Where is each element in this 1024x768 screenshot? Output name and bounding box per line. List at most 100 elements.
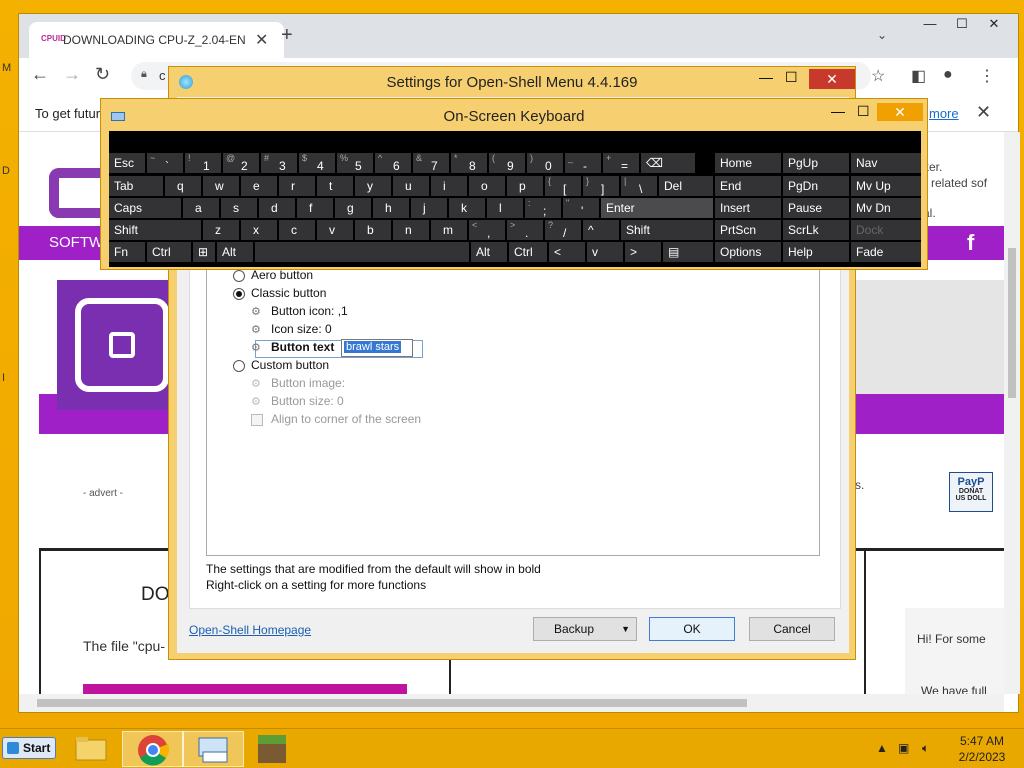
key-c[interactable]: c [279, 220, 315, 240]
tab-search-chevron-icon[interactable]: ⌄ [877, 28, 887, 42]
vertical-scrollbar[interactable] [1004, 132, 1020, 694]
key-space[interactable] [255, 242, 469, 262]
start-button[interactable]: Start [2, 737, 56, 759]
nav-key-mv-dn[interactable]: Mv Dn [851, 198, 921, 218]
arrow-right-key[interactable]: > [625, 242, 661, 262]
key-d[interactable]: d [259, 198, 295, 218]
key-k[interactable]: k [449, 198, 485, 218]
scrollbar-thumb[interactable] [1008, 248, 1016, 398]
reload-icon[interactable]: ↻ [95, 64, 110, 85]
osk-maximize-button[interactable]: ☐ [857, 103, 870, 120]
settings-close-button[interactable]: ✕ [809, 69, 855, 89]
key-o[interactable]: o [469, 176, 505, 196]
cancel-button[interactable]: Cancel [749, 617, 835, 641]
back-arrow-icon[interactable]: ← [31, 64, 49, 85]
key-w[interactable]: w [203, 176, 239, 196]
nav-key-scrlk[interactable]: ScrLk [783, 220, 849, 240]
new-tab-button[interactable]: + [281, 24, 293, 47]
key-e[interactable]: e [241, 176, 277, 196]
key-punct[interactable]: " ' [563, 198, 599, 218]
key-p[interactable]: p [507, 176, 543, 196]
key-q[interactable]: q [165, 176, 201, 196]
homepage-link[interactable]: Open-Shell Homepage [189, 623, 311, 637]
key-j[interactable]: j [411, 198, 447, 218]
key-l[interactable]: l [487, 198, 523, 218]
key-i[interactable]: i [431, 176, 467, 196]
key-shift-right[interactable]: Shift [621, 220, 713, 240]
key-punct[interactable]: ? / [545, 220, 581, 240]
context-menu-key-icon[interactable]: ▤ [663, 242, 713, 262]
key-v[interactable]: v [317, 220, 353, 240]
nav-key-mv-up[interactable]: Mv Up [851, 176, 921, 196]
key-r[interactable]: r [279, 176, 315, 196]
scrollbar-thumb[interactable] [37, 699, 747, 707]
key-m[interactable]: m [431, 220, 467, 240]
nav-key-nav[interactable]: Nav [851, 153, 921, 173]
key--[interactable]: _ - [565, 153, 601, 173]
nav-key-dock[interactable]: Dock [851, 220, 921, 240]
chrome-taskbar-button[interactable] [122, 731, 184, 767]
key-g[interactable]: g [335, 198, 371, 218]
nav-key-pause[interactable]: Pause [783, 198, 849, 218]
backspace-key[interactable]: ⌫ [641, 153, 695, 173]
key-fn[interactable]: Fn [109, 242, 145, 262]
key-esc[interactable]: Esc [109, 153, 145, 173]
button-icon-setting[interactable]: Button icon: ,1 [271, 304, 348, 318]
arrow-up-key[interactable]: ^ [583, 220, 619, 240]
nav-key-help[interactable]: Help [783, 242, 849, 262]
tab-close-icon[interactable]: ✕ [255, 30, 268, 50]
key-=[interactable]: + = [603, 153, 639, 173]
aero-button-radio[interactable] [233, 270, 245, 282]
key-f[interactable]: f [297, 198, 333, 218]
browser-tab[interactable]: CPUID DOWNLOADING CPU-Z_2.04-EN ✕ [29, 22, 284, 58]
nav-item-software[interactable]: SOFTW [49, 234, 103, 251]
osk-titlebar[interactable]: On-Screen Keyboard — ☐ ✕ [101, 99, 927, 131]
side-panel-icon[interactable]: ◧ [911, 66, 926, 86]
key-caps[interactable]: Caps [109, 198, 181, 218]
key-n[interactable]: n [393, 220, 429, 240]
key-7[interactable]: & 7 [413, 153, 449, 173]
arrow-left-key[interactable]: < [549, 242, 585, 262]
nav-key-pgdn[interactable]: PgDn [783, 176, 849, 196]
key-b[interactable]: b [355, 220, 391, 240]
settings-titlebar[interactable]: Settings for Open-Shell Menu 4.4.169 — ☐… [169, 67, 855, 97]
osk-close-button[interactable]: ✕ [877, 103, 923, 121]
key-punct[interactable]: >. [507, 220, 543, 240]
horizontal-scrollbar[interactable] [19, 694, 1004, 712]
minecraft-taskbar-button[interactable] [242, 731, 304, 767]
key-5[interactable]: % 5 [337, 153, 373, 173]
show-hidden-icons-icon[interactable]: ▲ [876, 741, 888, 755]
windows-key-icon[interactable]: ⊞ [193, 242, 215, 262]
key-2[interactable]: @2 [223, 153, 259, 173]
ok-button[interactable]: OK [649, 617, 735, 641]
key-z[interactable]: z [203, 220, 239, 240]
classic-button-radio[interactable] [233, 288, 245, 300]
key-tab[interactable]: Tab [109, 176, 163, 196]
key-bracket[interactable]: {[ [545, 176, 581, 196]
key-8[interactable]: * 8 [451, 153, 487, 173]
download-button[interactable] [83, 684, 407, 694]
key-del[interactable]: Del [659, 176, 713, 196]
settings-minimize-button[interactable]: — [759, 69, 773, 85]
arrow-down-key[interactable]: v [587, 242, 623, 262]
key-bracket[interactable]: | \ [621, 176, 657, 196]
key-1[interactable]: ! 1 [185, 153, 221, 173]
nav-key-fade[interactable]: Fade [851, 242, 921, 262]
key-a[interactable]: a [183, 198, 219, 218]
nav-key-pgup[interactable]: PgUp [783, 153, 849, 173]
minimize-button[interactable]: — [914, 14, 946, 36]
forward-arrow-icon[interactable]: → [63, 64, 81, 85]
backup-button[interactable]: Backup ▼ [533, 617, 637, 641]
nav-key-insert[interactable]: Insert [715, 198, 781, 218]
network-icon[interactable]: ▣ [898, 741, 909, 755]
key-x[interactable]: x [241, 220, 277, 240]
custom-button-radio[interactable] [233, 360, 245, 372]
key-u[interactable]: u [393, 176, 429, 196]
button-text-setting[interactable]: Button text [271, 340, 334, 354]
chat-widget[interactable]: Hi! For some We have full [905, 608, 1004, 694]
key-bracket[interactable]: }] [583, 176, 619, 196]
profile-avatar-icon[interactable]: ● [943, 66, 953, 84]
key-alt-left[interactable]: Alt [217, 242, 253, 262]
info-bar-close-icon[interactable]: ✕ [976, 102, 991, 123]
facebook-icon[interactable]: f [967, 230, 974, 256]
